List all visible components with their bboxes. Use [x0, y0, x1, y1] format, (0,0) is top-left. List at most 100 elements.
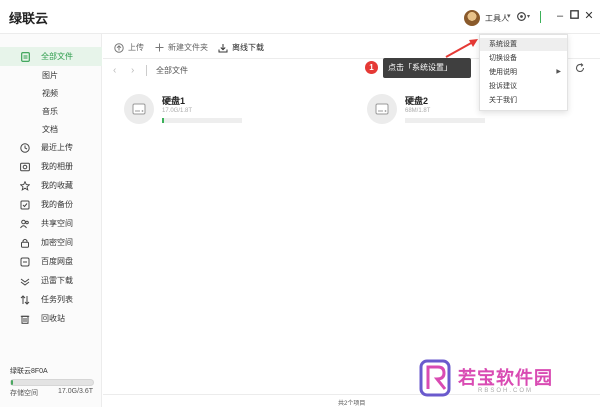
sidebar-item-images[interactable]: 图片: [0, 66, 102, 85]
watermark-logo: [419, 359, 451, 397]
sidebar-item-label: 我的收藏: [41, 181, 73, 190]
sidebar-item-label: 百度网盘: [41, 257, 73, 266]
offline-download-label: 离线下载: [232, 43, 264, 52]
disk-usage-bar: [162, 118, 242, 123]
disk-name: 硬盘2: [405, 96, 429, 106]
watermark-subtext: RBSOH.COM: [478, 388, 534, 394]
avatar[interactable]: [464, 10, 480, 26]
new-folder-button[interactable]: 新建文件夹: [154, 42, 208, 53]
sidebar-item-label: 音乐: [42, 107, 58, 116]
storage-value: 17.0G/3.6T: [58, 388, 94, 395]
menu-item-feedback[interactable]: 投诉建议: [480, 80, 567, 93]
device-name: 绿联云8F0A: [10, 368, 48, 375]
disk-usage-fill: [162, 118, 164, 123]
sidebar-item-favorites[interactable]: 我的收藏: [0, 176, 102, 195]
disk-size: 68M/1.8T: [405, 108, 431, 114]
sidebar-item-all-files[interactable]: 全部文件: [0, 47, 102, 66]
sidebar-item-label: 文档: [42, 125, 58, 134]
forward-arrow-icon[interactable]: ›: [131, 65, 134, 76]
sidebar-item-baidu-netdisk[interactable]: 百度网盘: [0, 252, 102, 271]
instruction-tooltip: 点击「系统设置」: [383, 58, 471, 78]
trash-icon: [20, 314, 30, 324]
menu-item-switch-device[interactable]: 切换设备: [480, 52, 567, 65]
close-button[interactable]: ✕: [582, 9, 596, 23]
backup-icon: [20, 200, 30, 210]
disk-name: 硬盘1: [162, 96, 186, 106]
divider: [540, 11, 541, 23]
sidebar-item-label: 最近上传: [41, 143, 73, 152]
menu-item-label: 系统设置: [489, 41, 517, 48]
sidebar-item-music[interactable]: 音乐: [0, 102, 102, 121]
sidebar-item-thunder-download[interactable]: 迅雷下载: [0, 271, 102, 290]
sidebar-item-label: 任务列表: [41, 295, 73, 304]
chevron-right-icon: ▶: [556, 69, 561, 75]
storage-progress-bar: [10, 379, 94, 386]
watermark-text: 若宝软件园: [458, 368, 553, 388]
hard-drive-icon: [367, 94, 397, 124]
item-count: 共2个项目: [338, 401, 366, 407]
maximize-button[interactable]: [567, 9, 581, 23]
clock-icon: [20, 142, 30, 153]
sidebar-item-shared-space[interactable]: 共享空间: [0, 214, 102, 233]
pointer-arrow-icon: [445, 39, 478, 58]
refresh-icon[interactable]: [575, 63, 585, 76]
star-icon: [20, 180, 30, 191]
storage-progress-fill: [11, 380, 14, 385]
disk-size: 17.0G/1.8T: [162, 108, 193, 114]
menu-item-label: 关于我们: [489, 97, 517, 104]
settings-dropdown-menu: 系统设置 切换设备 使用说明 ▶ 投诉建议 关于我们: [479, 34, 568, 111]
chevron-down-icon[interactable]: ▾: [507, 12, 511, 20]
new-folder-label: 新建文件夹: [168, 43, 208, 52]
sidebar-item-documents[interactable]: 文档: [0, 120, 102, 139]
sidebar-item-recycle-bin[interactable]: 回收站: [0, 309, 102, 328]
album-icon: [20, 162, 30, 172]
disk-card-2[interactable]: 硬盘2 68M/1.8T: [367, 92, 497, 132]
menu-item-system-settings[interactable]: 系统设置: [480, 38, 567, 51]
sidebar-item-label: 加密空间: [41, 238, 73, 247]
share-users-icon: [20, 219, 30, 229]
title-bar: 绿联云 工具人 ▾ ▾ – ✕: [0, 0, 600, 34]
sidebar-item-label: 共享空间: [41, 219, 73, 228]
back-arrow-icon[interactable]: ‹: [113, 65, 116, 76]
menu-item-about-us[interactable]: 关于我们: [480, 94, 567, 107]
sidebar-item-label: 回收站: [41, 314, 65, 323]
menu-item-label: 投诉建议: [489, 83, 517, 90]
plus-icon: [154, 43, 164, 53]
storage-label: 存储空间: [10, 390, 38, 397]
sidebar-item-videos[interactable]: 视频: [0, 84, 102, 103]
sidebar-item-encrypted-space[interactable]: 加密空间: [0, 233, 102, 252]
upload-icon: [114, 42, 124, 53]
status-bar: 共2个项目: [103, 394, 600, 407]
sidebar-item-label: 全部文件: [41, 52, 73, 61]
username[interactable]: 工具人: [485, 13, 509, 24]
sidebar-item-task-list[interactable]: 任务列表: [0, 290, 102, 309]
disk-card-1[interactable]: 硬盘1 17.0G/1.8T: [124, 92, 254, 132]
download-icon: [218, 43, 228, 53]
offline-download-button[interactable]: 离线下载: [218, 42, 264, 53]
upload-button[interactable]: 上传: [114, 42, 144, 53]
transfer-icon: [20, 294, 30, 305]
sidebar-item-label: 视频: [42, 89, 58, 98]
sidebar-item-albums[interactable]: 我的相册: [0, 157, 102, 176]
menu-item-label: 切换设备: [489, 55, 517, 62]
sidebar-item-recent-uploads[interactable]: 最近上传: [0, 138, 102, 157]
step-number-badge: 1: [365, 61, 378, 74]
upload-label: 上传: [128, 43, 144, 52]
sidebar-item-label: 图片: [42, 71, 58, 80]
thunder-icon: [20, 276, 30, 286]
disk-usage-bar: [405, 118, 485, 123]
cloud-disk-icon: [20, 257, 30, 267]
sidebar-item-label: 我的备份: [41, 200, 73, 209]
hard-drive-icon: [124, 94, 154, 124]
minimize-button[interactable]: –: [553, 9, 567, 23]
breadcrumb[interactable]: 全部文件: [156, 65, 188, 76]
menu-item-label: 使用说明: [489, 69, 517, 76]
chevron-down-icon[interactable]: ▾: [527, 13, 530, 20]
divider: [146, 65, 147, 76]
sidebar-item-backup[interactable]: 我的备份: [0, 195, 102, 214]
lock-icon: [20, 238, 30, 248]
menu-item-instructions[interactable]: 使用说明 ▶: [480, 66, 567, 79]
app-title: 绿联云: [9, 11, 49, 26]
sidebar: 全部文件 图片 视频 音乐 文档 最近上传 我的相册 我的收藏 我的备份 共享空…: [0, 34, 102, 407]
sidebar-item-label: 我的相册: [41, 162, 73, 171]
